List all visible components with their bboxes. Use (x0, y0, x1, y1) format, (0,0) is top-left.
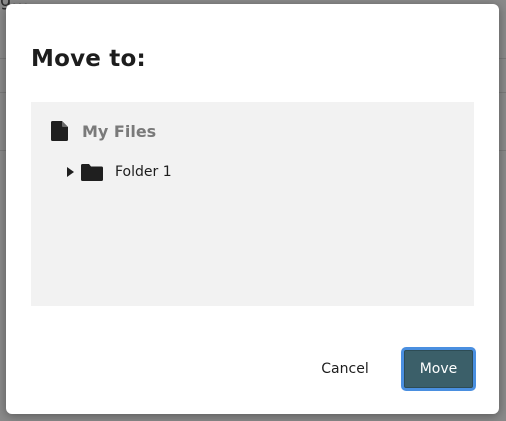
move-to-dialog: Move to: My Files Folder 1 Cancel Move (6, 4, 499, 414)
tree-root-my-files[interactable]: My Files (51, 120, 156, 142)
dialog-title: Move to: (31, 46, 146, 72)
caret-right-icon[interactable] (67, 167, 74, 177)
tree-node-folder-1[interactable]: Folder 1 (67, 162, 172, 182)
cancel-button[interactable]: Cancel (307, 352, 383, 386)
tree-root-label: My Files (82, 121, 157, 141)
tree-node-label: Folder 1 (115, 164, 172, 180)
folder-icon (81, 163, 103, 181)
file-icon (51, 121, 68, 141)
move-button[interactable]: Move (401, 347, 476, 391)
folder-tree-panel: My Files Folder 1 (31, 102, 474, 306)
